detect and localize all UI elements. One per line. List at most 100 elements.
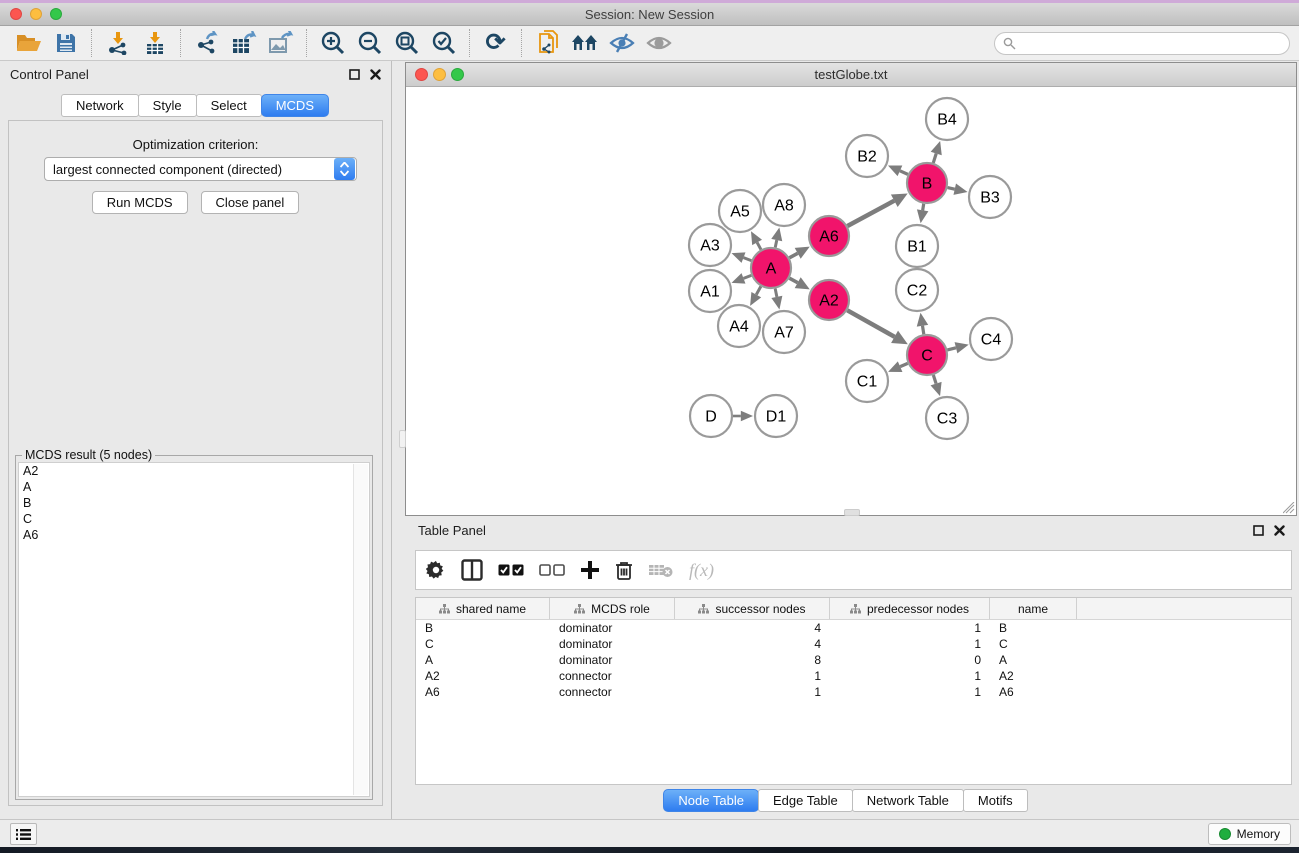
horizontal-splitter-handle[interactable]	[844, 509, 860, 516]
edge-A-A5[interactable]	[757, 242, 761, 249]
mcds-result-item[interactable]: C	[19, 511, 369, 527]
edge-A-A8[interactable]	[775, 240, 777, 247]
edge-B-B2[interactable]	[900, 171, 908, 175]
vertical-splitter-handle[interactable]	[399, 430, 406, 448]
tab-edge-table[interactable]: Edge Table	[758, 789, 853, 812]
tab-motifs[interactable]: Motifs	[963, 789, 1028, 812]
edge-C-C2[interactable]	[922, 326, 923, 335]
add-column-icon[interactable]	[580, 560, 600, 580]
optimization-criterion-select[interactable]: largest connected component (directed)	[44, 157, 357, 181]
open-file-icon[interactable]	[10, 28, 47, 58]
edge-A-A3[interactable]	[743, 258, 751, 261]
hide-selected-icon[interactable]	[603, 28, 640, 58]
edge-A-A1[interactable]	[743, 275, 751, 278]
table-cell[interactable]: A2	[416, 669, 550, 683]
mcds-result-item[interactable]: A2	[19, 463, 369, 479]
node-table[interactable]: shared nameMCDS rolesuccessor nodesprede…	[415, 597, 1292, 785]
table-cell[interactable]: B	[990, 621, 1077, 635]
mcds-result-item[interactable]: B	[19, 495, 369, 511]
column-header-shared-name[interactable]: shared name	[416, 598, 550, 619]
show-panels-button[interactable]	[10, 823, 37, 845]
gear-icon[interactable]	[426, 560, 446, 580]
close-panel-icon[interactable]	[370, 69, 381, 80]
delete-column-icon[interactable]	[615, 560, 633, 581]
table-row[interactable]: A2connector11A2	[416, 668, 1291, 684]
table-cell[interactable]: 1	[675, 685, 830, 699]
column-header-predecessor-nodes[interactable]: predecessor nodes	[830, 598, 990, 619]
edge-C-C1[interactable]	[900, 363, 908, 366]
column-header-MCDS-role[interactable]: MCDS role	[550, 598, 675, 619]
tab-network-table[interactable]: Network Table	[852, 789, 964, 812]
table-cell[interactable]: 1	[675, 669, 830, 683]
table-cell[interactable]: A	[990, 653, 1077, 667]
table-cell[interactable]: 1	[830, 685, 990, 699]
table-cell[interactable]: dominator	[550, 621, 675, 635]
run-mcds-button[interactable]: Run MCDS	[92, 191, 188, 214]
export-table-icon[interactable]	[225, 28, 262, 58]
new-network-from-selection-icon[interactable]	[529, 28, 566, 58]
result-scrollbar[interactable]	[353, 464, 368, 795]
tab-select[interactable]: Select	[196, 94, 262, 117]
zoom-fit-icon[interactable]	[388, 28, 425, 58]
edge-A6-B[interactable]	[847, 201, 894, 226]
column-layout-icon[interactable]	[461, 559, 483, 581]
delete-table-icon[interactable]	[648, 562, 674, 578]
table-row[interactable]: Bdominator41B	[416, 620, 1291, 636]
edge-A-A7[interactable]	[775, 289, 777, 297]
column-header-successor-nodes[interactable]: successor nodes	[675, 598, 830, 619]
function-builder-icon[interactable]: f(x)	[689, 560, 714, 581]
mcds-result-item[interactable]: A6	[19, 527, 369, 543]
tab-mcds[interactable]: MCDS	[261, 94, 329, 117]
table-cell[interactable]: connector	[550, 685, 675, 699]
table-cell[interactable]: connector	[550, 669, 675, 683]
edge-A-A6[interactable]	[789, 253, 797, 258]
select-all-checkboxes-icon[interactable]	[498, 564, 524, 576]
tab-style[interactable]: Style	[138, 94, 197, 117]
table-cell[interactable]: B	[416, 621, 550, 635]
table-cell[interactable]: A2	[990, 669, 1077, 683]
edge-A2-C[interactable]	[847, 310, 894, 337]
table-cell[interactable]: 0	[830, 653, 990, 667]
table-cell[interactable]: C	[416, 637, 550, 651]
table-cell[interactable]: C	[990, 637, 1077, 651]
zoom-in-icon[interactable]	[314, 28, 351, 58]
table-cell[interactable]: dominator	[550, 637, 675, 651]
resize-grip-icon[interactable]	[1283, 502, 1295, 514]
table-cell[interactable]: 8	[675, 653, 830, 667]
close-panel-button[interactable]: Close panel	[201, 191, 300, 214]
show-all-icon[interactable]	[640, 28, 677, 58]
tab-node-table[interactable]: Node Table	[663, 789, 759, 812]
edge-B-B3[interactable]	[947, 188, 954, 190]
close-table-panel-icon[interactable]	[1274, 525, 1285, 536]
edge-A-A4[interactable]	[756, 286, 761, 294]
table-row[interactable]: A6connector11A6	[416, 684, 1291, 700]
export-network-icon[interactable]	[188, 28, 225, 58]
memory-button[interactable]: Memory	[1208, 823, 1291, 845]
mcds-result-item[interactable]: A	[19, 479, 369, 495]
network-canvas[interactable]: B4B2BB3A8A5A6A3B1AA1C2A2A4A7C4CC1C3DD1	[406, 87, 1296, 515]
table-row[interactable]: Cdominator41C	[416, 636, 1291, 652]
first-neighbors-icon[interactable]	[566, 28, 603, 58]
search-input[interactable]	[1021, 37, 1289, 51]
deselect-all-checkboxes-icon[interactable]	[539, 564, 565, 576]
table-cell[interactable]: dominator	[550, 653, 675, 667]
edge-B-B4[interactable]	[933, 153, 936, 162]
edge-B-B1[interactable]	[923, 204, 924, 211]
edge-C-C3[interactable]	[933, 375, 936, 384]
table-cell[interactable]: 1	[830, 621, 990, 635]
table-cell[interactable]: 1	[830, 637, 990, 651]
table-row[interactable]: Adominator80A	[416, 652, 1291, 668]
table-cell[interactable]: A	[416, 653, 550, 667]
table-cell[interactable]: 1	[830, 669, 990, 683]
mcds-result-list[interactable]: A2ABCA6	[18, 462, 370, 797]
import-network-icon[interactable]	[99, 28, 136, 58]
export-image-icon[interactable]	[262, 28, 299, 58]
float-table-panel-icon[interactable]	[1253, 525, 1264, 536]
table-cell[interactable]: 4	[675, 621, 830, 635]
edge-C-C4[interactable]	[947, 348, 956, 350]
import-table-icon[interactable]	[136, 28, 173, 58]
float-panel-icon[interactable]	[349, 69, 360, 80]
table-cell[interactable]: A6	[416, 685, 550, 699]
edge-A-A2[interactable]	[789, 278, 797, 283]
column-header-name[interactable]: name	[990, 598, 1077, 619]
